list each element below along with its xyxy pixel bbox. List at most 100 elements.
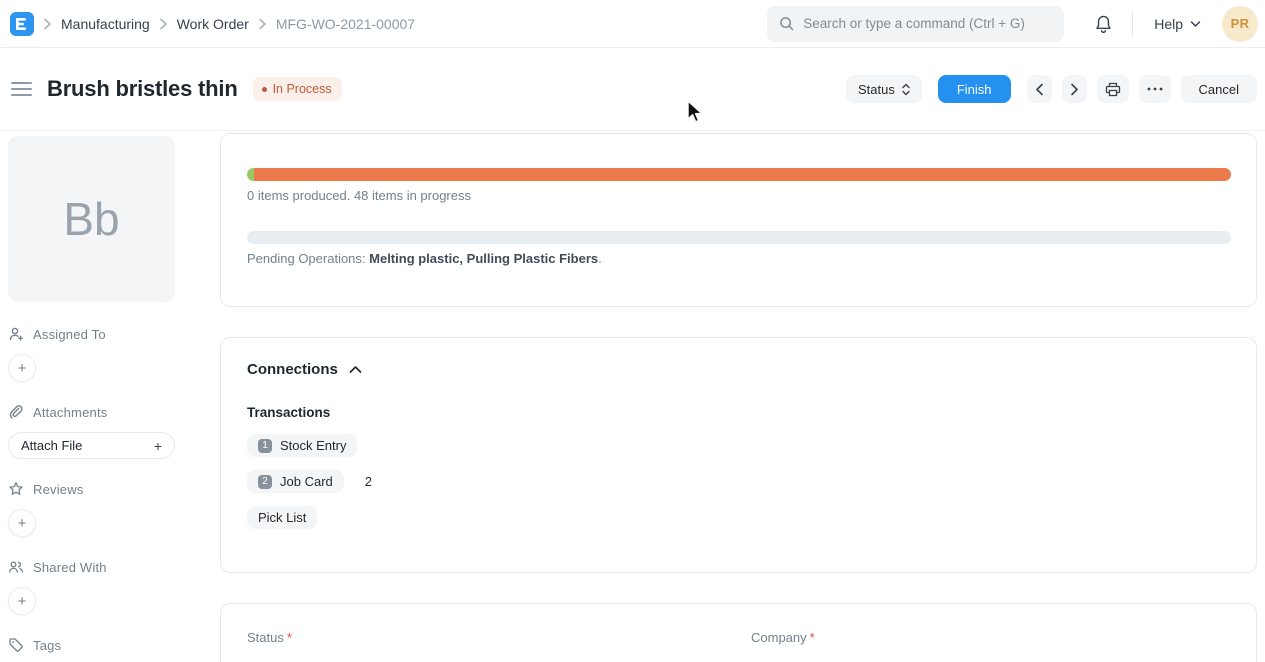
shared-with-header: Shared With [8,559,220,575]
add-review-button[interactable]: + [8,509,36,537]
search-icon [779,16,794,31]
app-logo-icon [15,17,29,31]
reviews-label: Reviews [33,482,84,497]
page-head: Brush bristles thin In Process Status Fi… [0,48,1265,131]
assigned-to-header: Assigned To [8,326,220,342]
sidebar-section-reviews: Reviews + [8,481,220,537]
chevron-right-icon [258,18,267,30]
breadcrumb-manufacturing[interactable]: Manufacturing [61,16,150,32]
attachments-header: Attachments [8,404,220,420]
attach-file-plus: + [154,438,162,454]
printer-icon [1105,82,1121,97]
share-icon [8,559,24,575]
star-icon [8,481,24,497]
reviews-header: Reviews [8,481,220,497]
attach-file-button[interactable]: Attach File + [8,432,175,459]
notifications-button[interactable] [1094,14,1113,34]
fields-grid: Status* In Process Company* Unico Plasti… [247,630,1231,662]
progress-produced-segment [247,168,254,181]
paperclip-icon [8,404,24,420]
tags-label: Tags [33,638,61,653]
breadcrumb-work-order[interactable]: Work Order [177,16,249,32]
chevron-right-icon [43,18,52,30]
finish-button[interactable]: Finish [938,75,1011,103]
sidebar-section-tags: Tags Add a tag ... [8,637,220,662]
assigned-to-label: Assigned To [33,327,106,342]
chevron-left-icon [1035,83,1044,96]
progress-card: 0 items produced. 48 items in progress P… [220,133,1257,307]
field-company: Company* Unico Plastics Inc. [751,630,1231,662]
chevron-right-icon [1070,83,1079,96]
chevron-down-icon [1190,20,1201,28]
company-required-asterisk: * [810,630,815,645]
status-dropdown-button[interactable]: Status [846,75,922,103]
status-dot [262,87,267,92]
production-progress-caption: 0 items produced. 48 items in progress [247,188,1231,203]
menu-icon[interactable] [11,82,32,97]
chevron-right-icon [159,18,168,30]
job-card-count-badge: 2 [258,475,272,489]
details-card: Status* In Process Company* Unico Plasti… [220,603,1257,662]
print-button[interactable] [1097,75,1129,103]
tag-icon [8,637,24,653]
status-field-label: Status* [247,630,727,645]
sidebar-section-attachments: Attachments Attach File + [8,404,220,459]
status-label-text: Status [247,630,284,645]
stock-entry-label: Stock Entry [280,438,346,453]
next-document-button[interactable] [1062,75,1087,103]
job-card-label: Job Card [280,474,333,489]
connections-title: Connections [247,361,338,378]
cancel-button[interactable]: Cancel [1181,75,1257,103]
field-status: Status* In Process [247,630,727,662]
shared-with-label: Shared With [33,560,107,575]
status-required-asterisk: * [287,630,292,645]
connections-card: Connections Transactions 1 Stock Entry 2… [220,337,1257,573]
assign-icon [8,326,24,342]
page-body: Bb Assigned To + Attachments Attach File… [0,131,1265,662]
ellipsis-icon [1147,87,1163,91]
transactions-group-title: Transactions [247,405,1230,420]
sidebar-section-shared-with: Shared With + [8,559,220,615]
add-assignment-button[interactable]: + [8,354,36,382]
doc-image-placeholder[interactable]: Bb [8,136,175,302]
progress-in-progress-segment [254,168,1231,181]
attachments-label: Attachments [33,405,107,420]
status-badge-label: In Process [273,82,332,96]
pending-operations-label: Pending Operations: [247,251,369,266]
prev-document-button[interactable] [1027,75,1052,103]
breadcrumb-current-doc[interactable]: MFG-WO-2021-00007 [276,16,415,32]
connection-row-stock-entry: 1 Stock Entry [247,434,1230,457]
operations-progress-block: Pending Operations: Melting plastic, Pul… [247,231,1231,266]
company-label-text: Company [751,630,807,645]
sort-icon [902,83,910,96]
job-card-link[interactable]: 2 Job Card [247,470,344,493]
connections-header[interactable]: Connections [247,361,1230,378]
sidebar-section-assigned-to: Assigned To + [8,326,220,382]
pending-operations-caption: Pending Operations: Melting plastic, Pul… [247,251,1231,266]
pick-list-label: Pick List [258,510,306,525]
stock-entry-link[interactable]: 1 Stock Entry [247,434,357,457]
pick-list-link[interactable]: Pick List [247,506,317,529]
bell-icon [1094,14,1113,34]
search-input[interactable]: Search or type a command (Ctrl + G) [767,6,1064,42]
page-title: Brush bristles thin [47,76,238,102]
help-label: Help [1154,16,1183,32]
navbar-divider [1132,11,1133,37]
job-card-open-count: 2 [365,474,372,489]
status-button-label: Status [858,82,895,97]
app-logo[interactable] [10,12,34,36]
operations-progress-bar [247,231,1231,244]
navbar: Manufacturing Work Order MFG-WO-2021-000… [0,0,1265,48]
sidebar: Bb Assigned To + Attachments Attach File… [0,131,220,662]
user-avatar[interactable]: PR [1222,6,1258,42]
production-progress-bar [247,168,1231,181]
connection-row-job-card: 2 Job Card 2 [247,470,1230,493]
pending-operations-list: Melting plastic, Pulling Plastic Fibers [369,251,598,266]
stock-entry-count-badge: 1 [258,439,272,453]
add-share-button[interactable]: + [8,587,36,615]
page-actions: Status Finish Cancel [846,75,1257,103]
main-content: 0 items produced. 48 items in progress P… [220,131,1265,662]
help-dropdown[interactable]: Help [1154,16,1201,32]
more-actions-button[interactable] [1139,75,1171,103]
company-field-label: Company* [751,630,1231,645]
